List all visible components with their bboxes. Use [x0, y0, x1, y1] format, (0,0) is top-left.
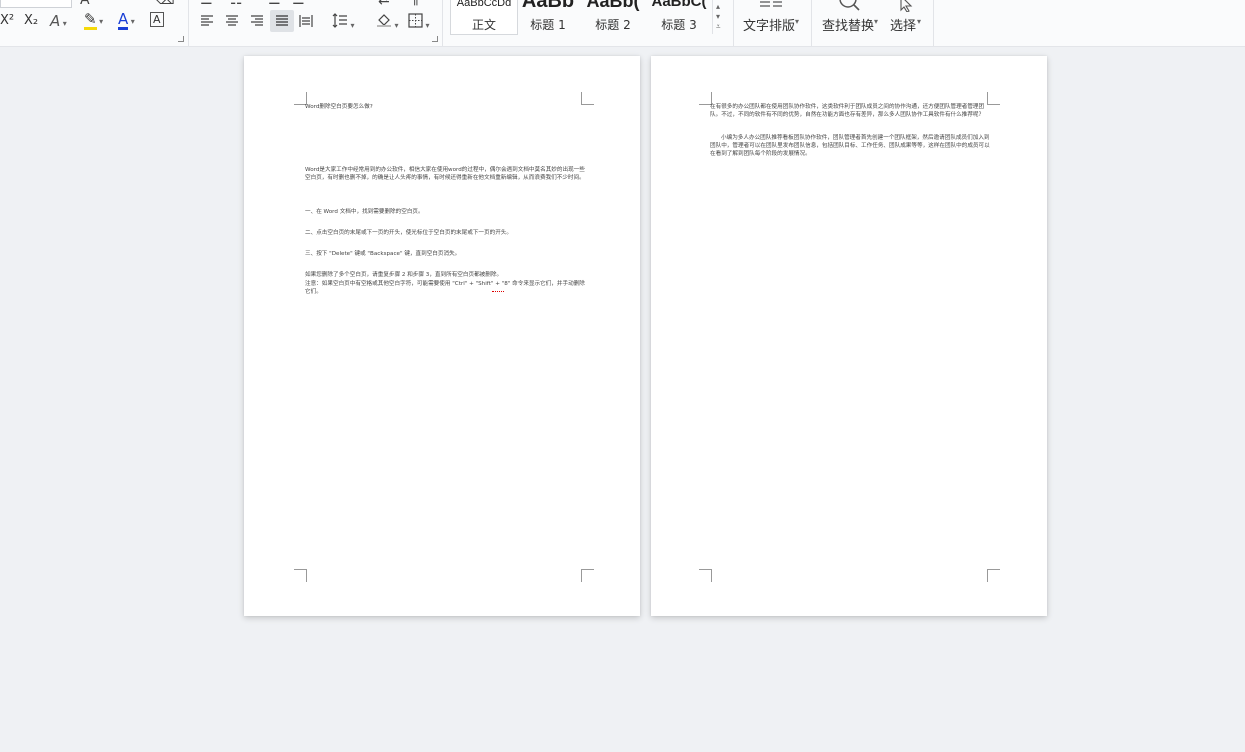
style-label: 正文 — [471, 18, 496, 32]
style-label: 标题 2 — [595, 18, 631, 32]
chevron-down-icon: ▾ — [423, 21, 430, 30]
style-sample: AaBbC( — [651, 0, 707, 10]
style-sample: AaBb — [521, 0, 575, 12]
superscript-button[interactable]: X² — [0, 13, 14, 28]
subscript-button[interactable]: X₂ — [24, 13, 38, 28]
style-heading-2[interactable]: AaBb( 标题 2 — [580, 0, 646, 34]
align-center-icon[interactable] — [225, 14, 239, 32]
margin-corner-mark — [987, 569, 1000, 582]
style-heading-3[interactable]: AaBbC( 标题 3 — [646, 0, 712, 34]
margin-corner-mark — [294, 569, 307, 582]
chevron-down-icon: ▾ — [96, 17, 104, 26]
text-effect-icon: A — [50, 12, 61, 30]
group-divider — [733, 0, 734, 46]
distributed-align-icon[interactable] — [299, 14, 313, 32]
text-layout-label: 文字排版 — [743, 19, 796, 34]
style-heading-1[interactable]: AaBb 标题 1 — [516, 0, 580, 34]
char-border-icon: A — [150, 12, 164, 27]
text-effect-button[interactable]: A ▾ — [50, 12, 67, 30]
margin-corner-mark — [581, 569, 594, 582]
highlighter-icon: ✎ — [84, 10, 97, 30]
body-paragraph-2[interactable]: 小编为多人办公团队推荐看板团队协作软件，团队管理者首先创建一个团队框架，然后邀请… — [710, 135, 990, 158]
grow-font-icon[interactable]: A⌃ — [80, 0, 101, 8]
chevron-up-icon[interactable]: ▴ — [716, 2, 720, 11]
group-divider — [811, 0, 812, 46]
intro-paragraph[interactable]: Word是大家工作中经常用到的办公软件，相信大家在使用word的过程中，偶尔会遇… — [305, 167, 585, 183]
step-3-paragraph[interactable]: 三、按下 "Delete" 键或 "Backspace" 键，直到空白页消失。 — [305, 251, 585, 259]
numbered-list-icon[interactable]: ☷ — [230, 0, 243, 8]
style-label: 标题 1 — [530, 18, 566, 32]
chevron-down-icon: ▾ — [874, 17, 879, 26]
styles-gallery: AaBbCcDd 正文 AaBb 标题 1 AaBb( 标题 2 AaBbC( … — [450, 0, 730, 36]
borders-icon[interactable]: ▾ — [408, 13, 430, 34]
style-normal[interactable]: AaBbCcDd 正文 — [450, 0, 518, 35]
highlight-button[interactable]: ✎ ▾ — [84, 10, 103, 30]
dialog-launcher-icon[interactable] — [178, 36, 184, 42]
document-title[interactable]: Word删除空白页要怎么做? — [305, 104, 585, 112]
group-divider — [442, 0, 443, 46]
chevron-down-icon: ▾ — [917, 17, 922, 26]
document-page-1[interactable]: Word删除空白页要怎么做? Word是大家工作中经常用到的办公软件，相信大家在… — [244, 56, 640, 616]
justify-icon[interactable] — [270, 10, 294, 32]
increase-indent-icon[interactable]: ☰ — [292, 0, 305, 8]
align-right-icon[interactable] — [250, 14, 264, 32]
find-replace-button[interactable]: 查找替换 ▾ — [818, 0, 882, 40]
sort-icon[interactable]: ⇄ — [378, 0, 390, 8]
chevron-down-icon: ▾ — [348, 21, 355, 30]
select-button[interactable]: 选择 ▾ — [886, 0, 930, 40]
style-label: 标题 3 — [661, 18, 697, 32]
text-layout-icon — [760, 1, 782, 7]
clear-format-icon[interactable]: ⌫ — [155, 0, 175, 8]
decrease-indent-icon[interactable]: ☰ — [268, 0, 281, 8]
document-page-2[interactable]: 在有很多的办公团队都在使用团队协作软件，这类软件利于团队成员之间的协作沟通，还方… — [651, 56, 1047, 616]
align-left-icon[interactable] — [200, 14, 214, 32]
line-spacing-icon[interactable]: ▾ — [332, 13, 355, 34]
step-1-paragraph[interactable]: 一、在 Word 文档中，找到需要删除的空白页。 — [305, 209, 585, 217]
font-size-box[interactable] — [0, 0, 72, 8]
find-replace-label: 查找替换 — [822, 19, 875, 34]
styles-scroll: ▴ ▾ ⩡ — [712, 0, 727, 34]
group-divider — [933, 0, 934, 46]
font-color-button[interactable]: A ▾ — [118, 10, 135, 30]
cursor-arrow-icon — [900, 0, 913, 12]
bullet-list-icon[interactable]: ☰ — [200, 0, 213, 8]
style-sample: AaBb( — [586, 0, 640, 11]
text-layout-button[interactable]: 文字排版 ▾ — [740, 0, 804, 40]
chevron-down-icon: ▾ — [392, 21, 399, 30]
chevron-down-icon: ▾ — [60, 19, 67, 28]
note-paragraph-1[interactable]: 如果您删除了多个空白页，请重复步骤 2 和步骤 3，直到所有空白页都被删除。 — [305, 272, 585, 280]
group-divider — [188, 0, 189, 46]
select-label: 选择 — [890, 19, 917, 34]
shading-icon[interactable]: ▾ — [376, 12, 399, 34]
search-icon — [839, 0, 860, 11]
show-marks-icon[interactable]: ¶ — [410, 0, 419, 8]
dialog-launcher-icon[interactable] — [432, 36, 438, 42]
body-paragraph-1[interactable]: 在有很多的办公团队都在使用团队协作软件，这类软件利于团队成员之间的协作沟通，还方… — [710, 104, 990, 120]
chevron-down-icon: ▾ — [128, 17, 135, 26]
spellcheck-underline — [492, 289, 504, 292]
margin-corner-mark — [699, 569, 712, 582]
note-paragraph-2[interactable]: 注意：如果空白页中有空格或其他空白字符，可能需要使用 "Ctrl" + "Shi… — [305, 281, 585, 297]
chevron-down-icon: ▾ — [795, 17, 800, 26]
char-border-button[interactable]: A — [150, 12, 164, 27]
more-styles-icon[interactable]: ⩡ — [716, 22, 721, 32]
font-color-icon: A — [118, 10, 129, 30]
ribbon-toolbar: A⌃ ⌫ X² X₂ A ▾ ✎ ▾ A ▾ A ☰ ☷ ☰ ☰ ⇄ ¶ ▾ ▾… — [0, 0, 1245, 47]
chevron-down-icon[interactable]: ▾ — [716, 12, 720, 21]
style-sample: AaBbCcDd — [456, 0, 512, 9]
step-2-paragraph[interactable]: 二、点击空白页的末尾或下一页的开头，使光标位于空白页的末尾或下一页的开头。 — [305, 230, 585, 238]
